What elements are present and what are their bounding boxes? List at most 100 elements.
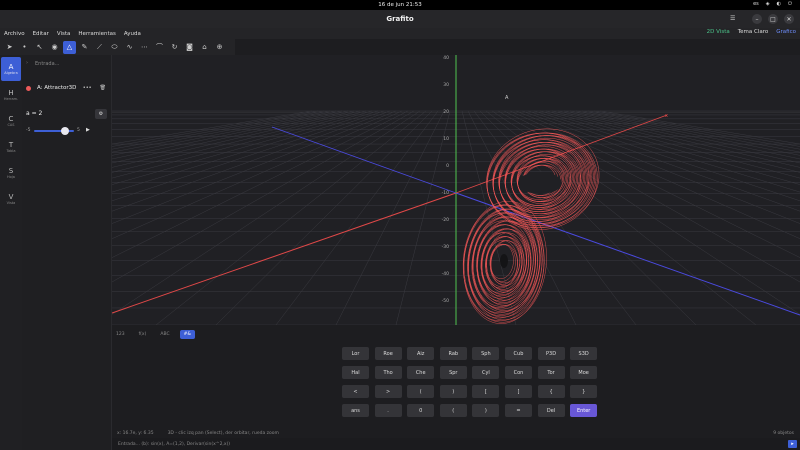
rail-glyph: A bbox=[8, 63, 14, 71]
title-menu-icon[interactable]: ☰ bbox=[730, 15, 735, 22]
3d-scene[interactable]: 40 30 20 10 0 -10 -20 -30 -40 -50 Ax bbox=[112, 55, 800, 325]
key-3-1[interactable]: . bbox=[374, 404, 402, 417]
power-icon[interactable]: ⏻ bbox=[788, 1, 792, 7]
key-0-2[interactable]: Aiz bbox=[407, 347, 435, 360]
grid-line bbox=[539, 110, 800, 185]
arc-tool-icon[interactable]: ⌒ bbox=[153, 41, 166, 54]
entrada-input[interactable]: › Entrada... bbox=[25, 58, 109, 70]
rail-algebra[interactable]: A Algebra bbox=[1, 57, 21, 81]
pointer-tool-icon[interactable]: ➤ bbox=[3, 41, 16, 54]
menu-editar[interactable]: Editar bbox=[33, 31, 49, 37]
key-1-4[interactable]: Cyl bbox=[472, 366, 500, 379]
object-row[interactable]: A: Attractor3D ••• 🗑 bbox=[22, 82, 112, 94]
key-2-2[interactable]: ( bbox=[407, 385, 435, 398]
curve-tool-icon[interactable]: ∿ bbox=[123, 41, 136, 54]
key-3-6[interactable]: Del bbox=[537, 404, 565, 417]
trash-icon[interactable]: 🗑 bbox=[100, 85, 106, 91]
key-0-1[interactable]: Roe bbox=[374, 347, 402, 360]
object-menu-icon[interactable]: ••• bbox=[83, 85, 92, 91]
menu-herramientas[interactable]: Herramientas bbox=[78, 31, 115, 37]
language-indicator[interactable]: es bbox=[753, 1, 759, 7]
camera-tool-icon[interactable]: ◙ bbox=[183, 41, 196, 54]
key-1-3[interactable]: Spr bbox=[439, 366, 467, 379]
key-1-5[interactable]: Con bbox=[504, 366, 532, 379]
key-1-2[interactable]: Che bbox=[407, 366, 435, 379]
minimize-icon[interactable]: – bbox=[752, 14, 762, 24]
grid-line bbox=[112, 110, 421, 315]
volume-icon[interactable]: ◐ bbox=[777, 1, 781, 7]
key-3-3[interactable]: ( bbox=[439, 404, 467, 417]
menu-ayuda[interactable]: Ayuda bbox=[124, 31, 141, 37]
play-icon[interactable]: ▶ bbox=[86, 127, 90, 133]
key-0-4[interactable]: Sph bbox=[472, 347, 500, 360]
key-3-5[interactable]: = bbox=[504, 404, 532, 417]
key-3-4[interactable]: ) bbox=[472, 404, 500, 417]
rail-herramientas[interactable]: H Herram. bbox=[1, 83, 21, 107]
key-2-4[interactable]: [ bbox=[472, 385, 500, 398]
key-3-2[interactable]: 0 bbox=[407, 404, 435, 417]
system-clock[interactable]: 16 de jun 21:53 bbox=[378, 2, 421, 8]
z-tick-label: -20 bbox=[442, 217, 449, 223]
close-icon[interactable]: ✕ bbox=[784, 14, 794, 24]
rail-hoja[interactable]: S Hoja bbox=[1, 161, 21, 185]
rail-tabla[interactable]: T Tabla bbox=[1, 135, 21, 159]
triangle-tool-icon[interactable]: △ bbox=[63, 40, 76, 54]
brush-tool-icon[interactable]: ⟋ bbox=[93, 41, 106, 54]
ellipse-tool-icon[interactable]: ⬭ bbox=[108, 41, 121, 54]
key-1-1[interactable]: Tho bbox=[374, 366, 402, 379]
key-1-6[interactable]: Tor bbox=[537, 366, 565, 379]
key-0-6[interactable]: P3D bbox=[537, 347, 565, 360]
view-2d-toggle[interactable]: 2D Vista bbox=[707, 29, 730, 35]
gear-icon[interactable]: ⚙ bbox=[95, 109, 107, 119]
key-0-0[interactable]: Lor bbox=[342, 347, 369, 360]
maximize-icon[interactable]: □ bbox=[768, 14, 778, 24]
pen-tool-icon[interactable]: ✎ bbox=[78, 41, 91, 54]
key-2-0[interactable]: < bbox=[342, 385, 369, 398]
key-2-5[interactable]: ] bbox=[504, 385, 532, 398]
measure-tool-icon[interactable]: ⋯ bbox=[138, 41, 151, 54]
key-3-0[interactable]: ans bbox=[342, 404, 369, 417]
grid-line bbox=[112, 110, 361, 173]
graphic-toggle[interactable]: Grafico bbox=[776, 29, 796, 35]
param-slider[interactable]: -5 5 ▶ bbox=[26, 127, 112, 135]
key-1-7[interactable]: Moe bbox=[570, 366, 598, 379]
z-tick-label: -50 bbox=[442, 298, 449, 304]
shape-tool-icon[interactable]: ⌂ bbox=[198, 41, 211, 54]
rail-glyph: V bbox=[8, 193, 14, 201]
cursor-tool-icon[interactable]: ↖ bbox=[33, 41, 46, 54]
3d-graphics-view[interactable]: 40 30 20 10 0 -10 -20 -30 -40 -50 Ax bbox=[112, 55, 800, 325]
rail-caption: Tabla bbox=[6, 149, 16, 153]
tab-symbols[interactable]: #& bbox=[179, 330, 195, 339]
object-color-dot[interactable] bbox=[26, 85, 31, 91]
rail-cas[interactable]: C CAS bbox=[1, 109, 21, 133]
submit-arrow-icon[interactable]: ▸ bbox=[788, 440, 797, 448]
network-icon[interactable]: ◈ bbox=[766, 1, 770, 7]
key-2-7[interactable]: } bbox=[570, 385, 598, 398]
rail-vista[interactable]: V Vista bbox=[1, 187, 21, 211]
key-2-3[interactable]: ) bbox=[439, 385, 467, 398]
command-input[interactable]: Entrada... (b): sin(x), A=(1,2), Derivar… bbox=[112, 438, 800, 450]
tab-abc[interactable]: ABC bbox=[156, 330, 173, 339]
menu-vista[interactable]: Vista bbox=[57, 31, 71, 37]
key-2-6[interactable]: { bbox=[537, 385, 565, 398]
key-2-1[interactable]: > bbox=[374, 385, 402, 398]
theme-toggle[interactable]: Tema Claro bbox=[738, 29, 769, 35]
key-1-0[interactable]: Hal bbox=[342, 366, 369, 379]
tab-123[interactable]: 123 bbox=[112, 330, 129, 339]
z-tick-label: -30 bbox=[442, 244, 449, 250]
point-tool-icon[interactable]: • bbox=[18, 41, 31, 54]
circle-point-tool-icon[interactable]: ◉ bbox=[48, 41, 61, 54]
rail-caption: Hoja bbox=[7, 175, 15, 179]
slider-handle[interactable] bbox=[61, 127, 69, 135]
keypad: Lor Roe Aiz Rab Sph Cub P3D S3D Hal Tho Che Spr Cyl C… bbox=[342, 347, 598, 417]
slider-max: 5 bbox=[77, 128, 80, 133]
move-view-tool-icon[interactable]: ⊕ bbox=[213, 41, 226, 54]
tab-fx[interactable]: f(x) bbox=[135, 330, 151, 339]
key-0-5[interactable]: Cub bbox=[504, 347, 532, 360]
rotate-tool-icon[interactable]: ↻ bbox=[168, 41, 181, 54]
key-3-7[interactable]: Enter bbox=[570, 404, 598, 417]
status-bar: x: 16.7e, y: 6.35 3D - clic izq pan (Sel… bbox=[112, 428, 800, 438]
key-0-3[interactable]: Rab bbox=[439, 347, 467, 360]
key-0-7[interactable]: S3D bbox=[570, 347, 598, 360]
menu-archivo[interactable]: Archivo bbox=[4, 31, 25, 37]
